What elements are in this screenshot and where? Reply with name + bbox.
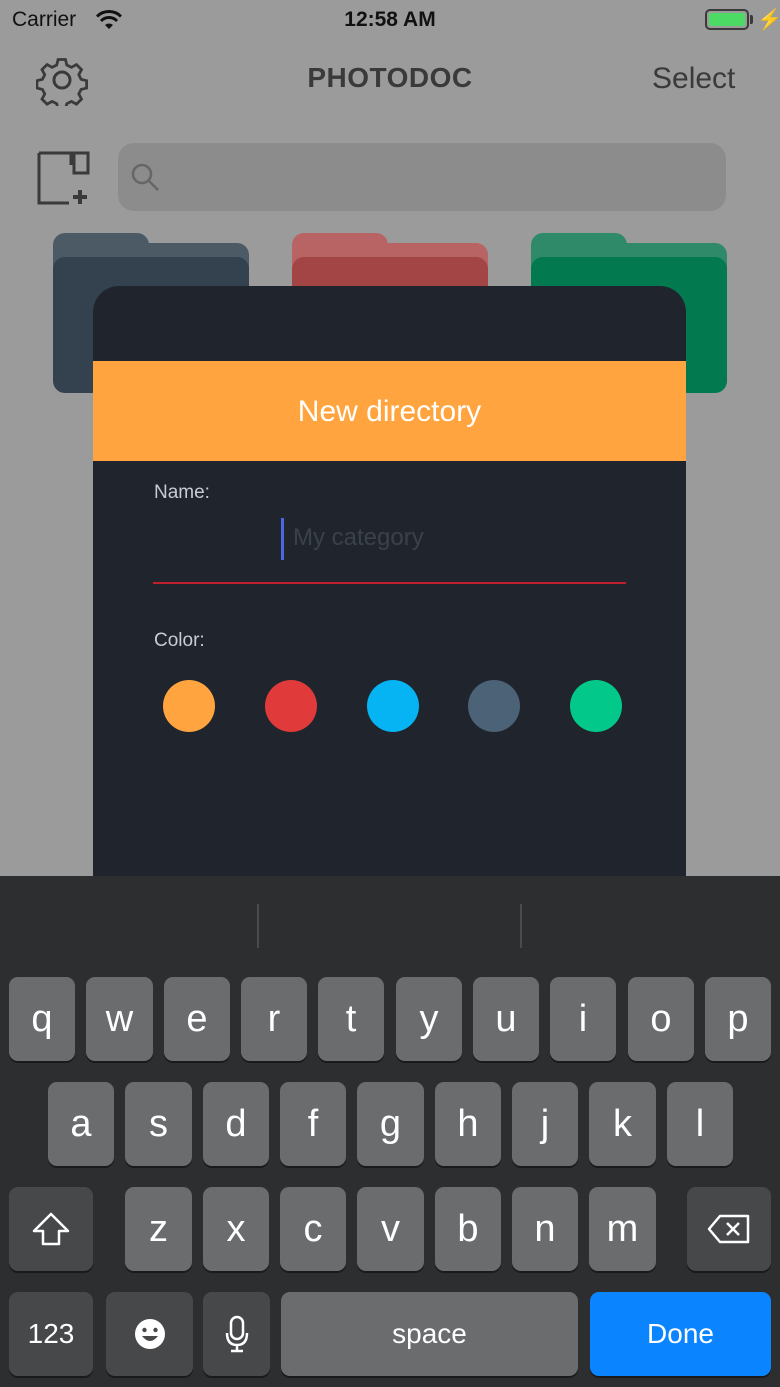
shift-icon [32, 1212, 70, 1246]
status-time: 12:58 AM [344, 8, 436, 31]
name-label: Name: [154, 482, 210, 503]
search-bar[interactable] [118, 143, 726, 211]
key-b[interactable]: b [435, 1187, 501, 1271]
key-f[interactable]: f [280, 1082, 346, 1166]
key-q[interactable]: q [9, 977, 75, 1061]
status-bar: Carrier 12:58 AM ⚡ [0, 0, 780, 40]
key-g[interactable]: g [357, 1082, 424, 1166]
key-k[interactable]: k [589, 1082, 656, 1166]
key-y[interactable]: y [396, 977, 462, 1061]
key-x[interactable]: x [203, 1187, 269, 1271]
new-directory-dialog: New directory Name: My category Color: [93, 286, 686, 926]
emoji-icon [134, 1319, 165, 1349]
key-s[interactable]: s [125, 1082, 192, 1166]
new-folder-icon[interactable] [36, 150, 92, 206]
key-o[interactable]: o [628, 977, 694, 1061]
key-l[interactable]: l [667, 1082, 733, 1166]
search-icon [131, 163, 159, 191]
keyboard: q w e r t y u i o p a s d f g h j k l z … [0, 876, 780, 1387]
key-m[interactable]: m [589, 1187, 656, 1271]
microphone-icon [225, 1315, 248, 1353]
done-key[interactable]: Done [590, 1292, 771, 1376]
key-n[interactable]: n [512, 1187, 578, 1271]
numbers-key[interactable]: 123 [9, 1292, 93, 1376]
key-c[interactable]: c [280, 1187, 346, 1271]
text-caret [281, 518, 284, 560]
key-j[interactable]: j [512, 1082, 578, 1166]
key-p[interactable]: p [705, 977, 771, 1061]
dialog-header: New directory [93, 361, 686, 461]
shift-key[interactable] [9, 1187, 93, 1271]
color-swatch-orange[interactable] [163, 680, 215, 732]
key-i[interactable]: i [550, 977, 616, 1061]
emoji-key[interactable] [106, 1292, 193, 1376]
key-z[interactable]: z [125, 1187, 192, 1271]
key-t[interactable]: t [318, 977, 384, 1061]
suggestion-divider [520, 904, 522, 948]
name-input-underline [153, 582, 626, 584]
key-v[interactable]: v [357, 1187, 424, 1271]
key-r[interactable]: r [241, 977, 307, 1061]
backspace-icon [707, 1214, 750, 1244]
dialog-title: New directory [297, 395, 482, 428]
color-swatch-green[interactable] [570, 680, 622, 732]
key-e[interactable]: e [164, 977, 230, 1061]
battery-icon [705, 9, 749, 30]
backspace-key[interactable] [687, 1187, 771, 1271]
key-d[interactable]: d [203, 1082, 269, 1166]
color-swatch-blue[interactable] [367, 680, 419, 732]
key-u[interactable]: u [473, 977, 539, 1061]
suggestion-divider [257, 904, 259, 948]
key-h[interactable]: h [435, 1082, 501, 1166]
key-w[interactable]: w [86, 977, 153, 1061]
microphone-key[interactable] [203, 1292, 270, 1376]
color-label: Color: [154, 630, 205, 651]
space-key[interactable]: space [281, 1292, 578, 1376]
battery-tip [750, 15, 753, 24]
select-button[interactable]: Select [652, 62, 735, 96]
charging-bolt-icon: ⚡ [757, 9, 780, 31]
name-input[interactable]: My category [293, 524, 424, 552]
color-swatch-slate[interactable] [468, 680, 520, 732]
color-swatch-red[interactable] [265, 680, 317, 732]
key-a[interactable]: a [48, 1082, 114, 1166]
